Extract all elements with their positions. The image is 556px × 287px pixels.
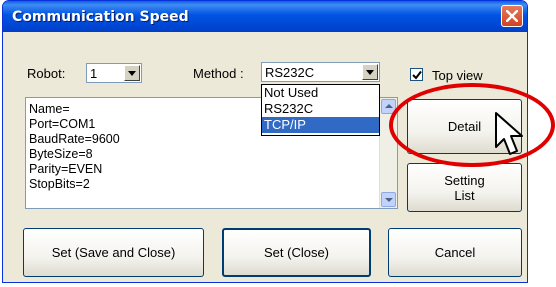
robot-select[interactable]: 1 bbox=[86, 63, 142, 83]
set-save-close-button[interactable]: Set (Save and Close) bbox=[23, 228, 204, 277]
close-button[interactable] bbox=[501, 5, 523, 27]
title-bar[interactable]: Communication Speed bbox=[3, 1, 527, 32]
robot-label: Robot: bbox=[27, 66, 66, 81]
chevron-down-icon[interactable] bbox=[362, 64, 378, 80]
cancel-label: Cancel bbox=[434, 245, 476, 260]
set-close-button[interactable]: Set (Close) bbox=[222, 228, 371, 277]
robot-select-value: 1 bbox=[90, 66, 98, 81]
method-label: Method : bbox=[193, 66, 244, 81]
scroll-down-icon[interactable] bbox=[381, 192, 396, 207]
setting-list-button[interactable]: Setting List bbox=[407, 163, 522, 212]
top-view-label: Top view bbox=[432, 68, 483, 83]
top-view-checkbox[interactable] bbox=[410, 68, 423, 81]
cancel-button[interactable]: Cancel bbox=[388, 228, 522, 277]
window-title: Communication Speed bbox=[12, 9, 189, 25]
settings-line: ByteSize=8 bbox=[29, 147, 93, 161]
checkmark-icon bbox=[412, 70, 422, 80]
settings-line: BaudRate=9600 bbox=[29, 132, 120, 146]
setting-list-label-line1: Setting bbox=[444, 172, 485, 188]
settings-line: Parity=EVEN bbox=[29, 162, 103, 176]
method-option-rs232c[interactable]: RS232C bbox=[262, 101, 379, 117]
settings-line: Port=COM1 bbox=[29, 117, 96, 131]
method-select[interactable]: RS232C bbox=[261, 62, 380, 82]
mouse-pointer-icon bbox=[495, 112, 523, 155]
setting-list-label-line2: List bbox=[454, 187, 475, 203]
settings-line: Name= bbox=[29, 102, 70, 116]
settings-line: StopBits=2 bbox=[29, 177, 90, 191]
close-icon bbox=[506, 10, 518, 22]
chevron-down-icon[interactable] bbox=[124, 65, 140, 81]
method-option-tcp-ip[interactable]: TCP/IP bbox=[262, 117, 379, 133]
set-save-close-label: Set (Save and Close) bbox=[51, 245, 176, 260]
method-dropdown-list: Not Used RS232C TCP/IP bbox=[261, 84, 380, 136]
set-close-label: Set (Close) bbox=[263, 245, 330, 260]
method-select-value: RS232C bbox=[265, 65, 315, 80]
method-option-not-used[interactable]: Not Used bbox=[262, 85, 379, 101]
